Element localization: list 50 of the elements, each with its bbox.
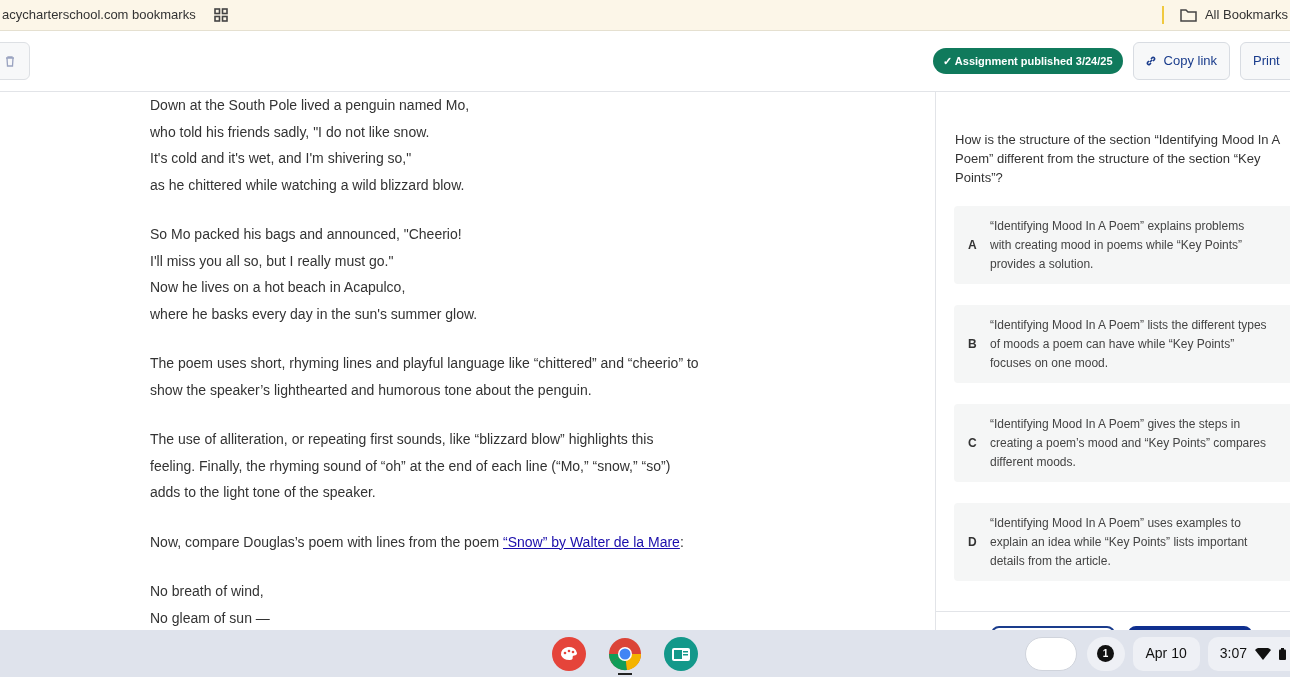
- choice-text: “Identifying Mood In A Poem” uses examples to explain an idea while “Key Points” lists important details from the article.: [990, 514, 1249, 570]
- folder-icon: [1179, 8, 1197, 22]
- palette-app-icon[interactable]: [552, 637, 586, 671]
- passage-line: who told his friends sadly, "I do not like snow.: [150, 123, 430, 140]
- status-tray[interactable]: 3:07: [1207, 636, 1290, 671]
- published-status-badge: ✓ Assignment published 3/24/25: [933, 47, 1123, 75]
- passage-line: adds to the light tone of the speaker.: [150, 484, 376, 500]
- copy-link-button[interactable]: Copy link: [1132, 42, 1230, 80]
- question-text: How is the structure of the section “Identifying Mood In A Poem” different from the structure of the section “Key Points”?: [955, 131, 1281, 187]
- notification-badge[interactable]: 1: [1086, 636, 1125, 671]
- answer-choice[interactable]: A “Identifying Mood In A Poem” explains problems with creating mood in poems while “Key Points” provides a solution.: [954, 206, 1290, 284]
- clock-time: 3:07: [1219, 644, 1247, 663]
- battery-icon: [1279, 647, 1286, 660]
- poem-link[interactable]: “Snow” by Walter de la Mare: [503, 533, 680, 550]
- wifi-icon: [1255, 647, 1271, 660]
- choice-text: “Identifying Mood In A Poem” gives the steps in creating a poem’s mood and “Key Points” compares different moods.: [990, 415, 1267, 471]
- choice-text: “Identifying Mood In A Poem” lists the different types of moods a poem can have while “Key Points” focuses on one mood.: [990, 316, 1268, 372]
- answer-choice[interactable]: D “Identifying Mood In A Poem” uses examples to explain an idea while “Key Points” lists important details from the article.: [954, 503, 1290, 581]
- passage-line: Now he lives on a hot beach in Acapulco,: [150, 279, 406, 295]
- browser-app-icon[interactable]: [608, 637, 642, 671]
- passage-line: So Mo packed his bags and announced, "Cheerio!: [150, 226, 462, 242]
- passage-line: Now, compare Douglas’s poem with lines from the poem: [150, 533, 501, 550]
- window-thumbnail[interactable]: [1024, 636, 1077, 671]
- passage-line: show the speaker’s lighthearted and humorous tone about the penguin.: [150, 381, 592, 398]
- passage-line: Down at the South Pole lived a penguin named Mo,: [150, 97, 470, 113]
- choice-letter: A: [967, 237, 978, 254]
- punctuation: :: [679, 533, 684, 550]
- date-button[interactable]: Apr 10: [1132, 636, 1200, 671]
- choice-letter: C: [967, 435, 978, 452]
- all-bookmarks-link[interactable]: All Bookmarks: [1204, 5, 1288, 25]
- answer-choice[interactable]: C “Identifying Mood In A Poem” gives the steps in creating a poem’s mood and “Key Points” compares different moods.: [954, 404, 1290, 482]
- apps-grid-icon[interactable]: [213, 8, 228, 22]
- passage-line: No gleam of sun —: [150, 609, 270, 626]
- trash-icon: [5, 55, 15, 67]
- classroom-app-icon[interactable]: [664, 637, 698, 671]
- bookmark-folder-label[interactable]: acycharterschool.com bookmarks: [2, 5, 196, 25]
- passage-line: where he basks every day in the sun's summer glow.: [150, 305, 478, 322]
- link-icon: [1145, 56, 1156, 66]
- choice-letter: B: [967, 336, 978, 353]
- print-button[interactable]: Print: [1240, 42, 1290, 80]
- choice-text: “Identifying Mood In A Poem” explains problems with creating mood in poems while “Key Points” provides a solution.: [990, 217, 1246, 273]
- answer-choice[interactable]: B “Identifying Mood In A Poem” lists the different types of moods a poem can have while “Key Points” focuses on one mood.: [954, 305, 1290, 383]
- choice-letter: D: [967, 534, 978, 551]
- passage-line: It's cold and it's wet, and I'm shivering so,": [150, 150, 412, 166]
- passage-line: No breath of wind,: [150, 583, 264, 599]
- passage-line: as he chittered while watching a wild blizzard blow.: [150, 176, 465, 193]
- passage-line: I'll miss you all so, but I really must go.": [150, 252, 394, 269]
- passage-line: The poem uses short, rhyming lines and playful language like “chittered” and “cheerio” to: [150, 355, 699, 371]
- passage-line: feeling. Finally, the rhyming sound of “oh” at the end of each line (“Mo,” “snow,” “so”): [150, 457, 671, 474]
- passage-line: The use of alliteration, or repeating first sounds, like “blizzard blow” highlights this: [150, 431, 654, 447]
